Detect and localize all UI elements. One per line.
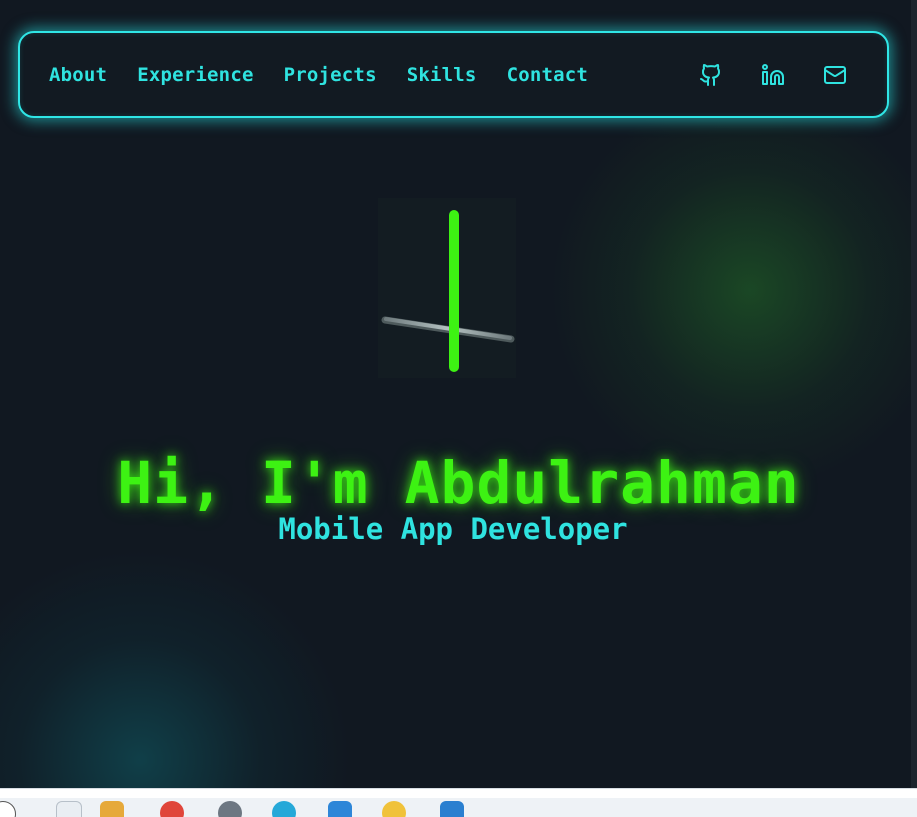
app-icon[interactable] xyxy=(382,801,406,817)
settings-icon[interactable] xyxy=(218,801,242,817)
mail-icon[interactable] xyxy=(823,63,847,87)
browser-viewport: About Experience Projects Skills Contact xyxy=(0,0,917,788)
nav-links: About Experience Projects Skills Contact xyxy=(49,33,588,116)
chrome-icon[interactable] xyxy=(160,801,184,817)
taskbar-divider xyxy=(0,789,917,798)
hero-subtitle: Mobile App Developer xyxy=(278,512,628,547)
file-explorer-icon[interactable] xyxy=(56,801,82,817)
folder-icon[interactable] xyxy=(100,801,124,817)
edge-icon[interactable] xyxy=(272,801,296,817)
taskbar xyxy=(0,788,917,817)
hero-title: Hi, I'm Abdulrahman xyxy=(117,448,800,517)
nav-link-about[interactable]: About xyxy=(49,64,107,86)
social-links xyxy=(699,33,847,116)
vscode-icon[interactable] xyxy=(440,801,464,817)
nav-link-projects[interactable]: Projects xyxy=(284,64,377,86)
scrollbar-track[interactable] xyxy=(911,0,917,788)
linkedin-icon[interactable] xyxy=(761,63,785,87)
nav-link-contact[interactable]: Contact xyxy=(507,64,588,86)
close-icon[interactable] xyxy=(0,801,16,817)
navbar: About Experience Projects Skills Contact xyxy=(18,31,889,118)
nav-link-skills[interactable]: Skills xyxy=(407,64,477,86)
github-icon[interactable] xyxy=(699,63,723,87)
nav-link-experience[interactable]: Experience xyxy=(137,64,253,86)
hero-3d-graphic xyxy=(378,198,516,378)
store-icon[interactable] xyxy=(328,801,352,817)
